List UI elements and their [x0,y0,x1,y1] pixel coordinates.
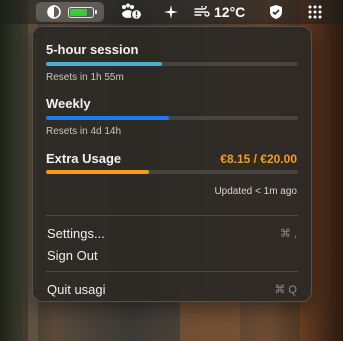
extra-usage-title: Extra Usage [46,151,122,166]
extra-usage-progress-track [46,170,298,174]
weekly-progress-track [46,116,298,120]
paw-alert-status-item[interactable] [116,0,146,24]
session-reset-text: Resets in 1h 55m [46,72,124,83]
battery-level [69,8,87,16]
quit-label: Quit usagi [47,281,106,297]
extra-usage-amount: €8.15 / €20.00 [220,152,297,166]
usage-popup: 5-hour session Resets in 1h 55m Weekly R… [32,26,312,302]
session-progress-track [46,62,298,66]
usagi-status-item[interactable] [36,2,104,22]
quit-shortcut: ⌘ Q [274,283,297,296]
weekly-title: Weekly [46,96,91,111]
control-center-icon [308,5,322,19]
shield-status-item[interactable] [265,0,287,24]
weekly-reset-text: Resets in 4d 14h [46,126,122,137]
usage-ring-icon [46,5,61,19]
weather-status-item[interactable]: 12°C [194,0,250,24]
extra-usage-progress-fill [46,170,150,174]
divider [46,271,298,272]
background-trunk [0,0,22,341]
session-title: 5-hour session [46,42,139,57]
weekly-progress-fill [46,116,170,120]
temperature-readout: 12°C [214,4,246,20]
settings-label: Settings... [47,225,105,241]
session-progress-fill [46,62,162,66]
sparkle-status-item[interactable] [160,0,182,24]
sign-out-menu-item[interactable]: Sign Out [41,244,303,266]
sign-out-label: Sign Out [47,247,98,263]
quit-menu-item[interactable]: Quit usagi ⌘ Q [41,278,303,300]
control-center-status-item[interactable] [304,0,326,24]
divider [46,215,298,216]
settings-menu-item[interactable]: Settings... ⌘ , [41,222,303,244]
paw-alert-icon [119,3,143,21]
wind-icon [194,6,210,18]
shield-icon [268,4,284,20]
updated-timestamp: Updated < 1m ago [214,186,297,197]
settings-shortcut: ⌘ , [279,227,297,240]
battery-icon [67,6,97,18]
sparkle-icon [164,5,178,19]
menu-bar: 12°C [0,0,343,24]
